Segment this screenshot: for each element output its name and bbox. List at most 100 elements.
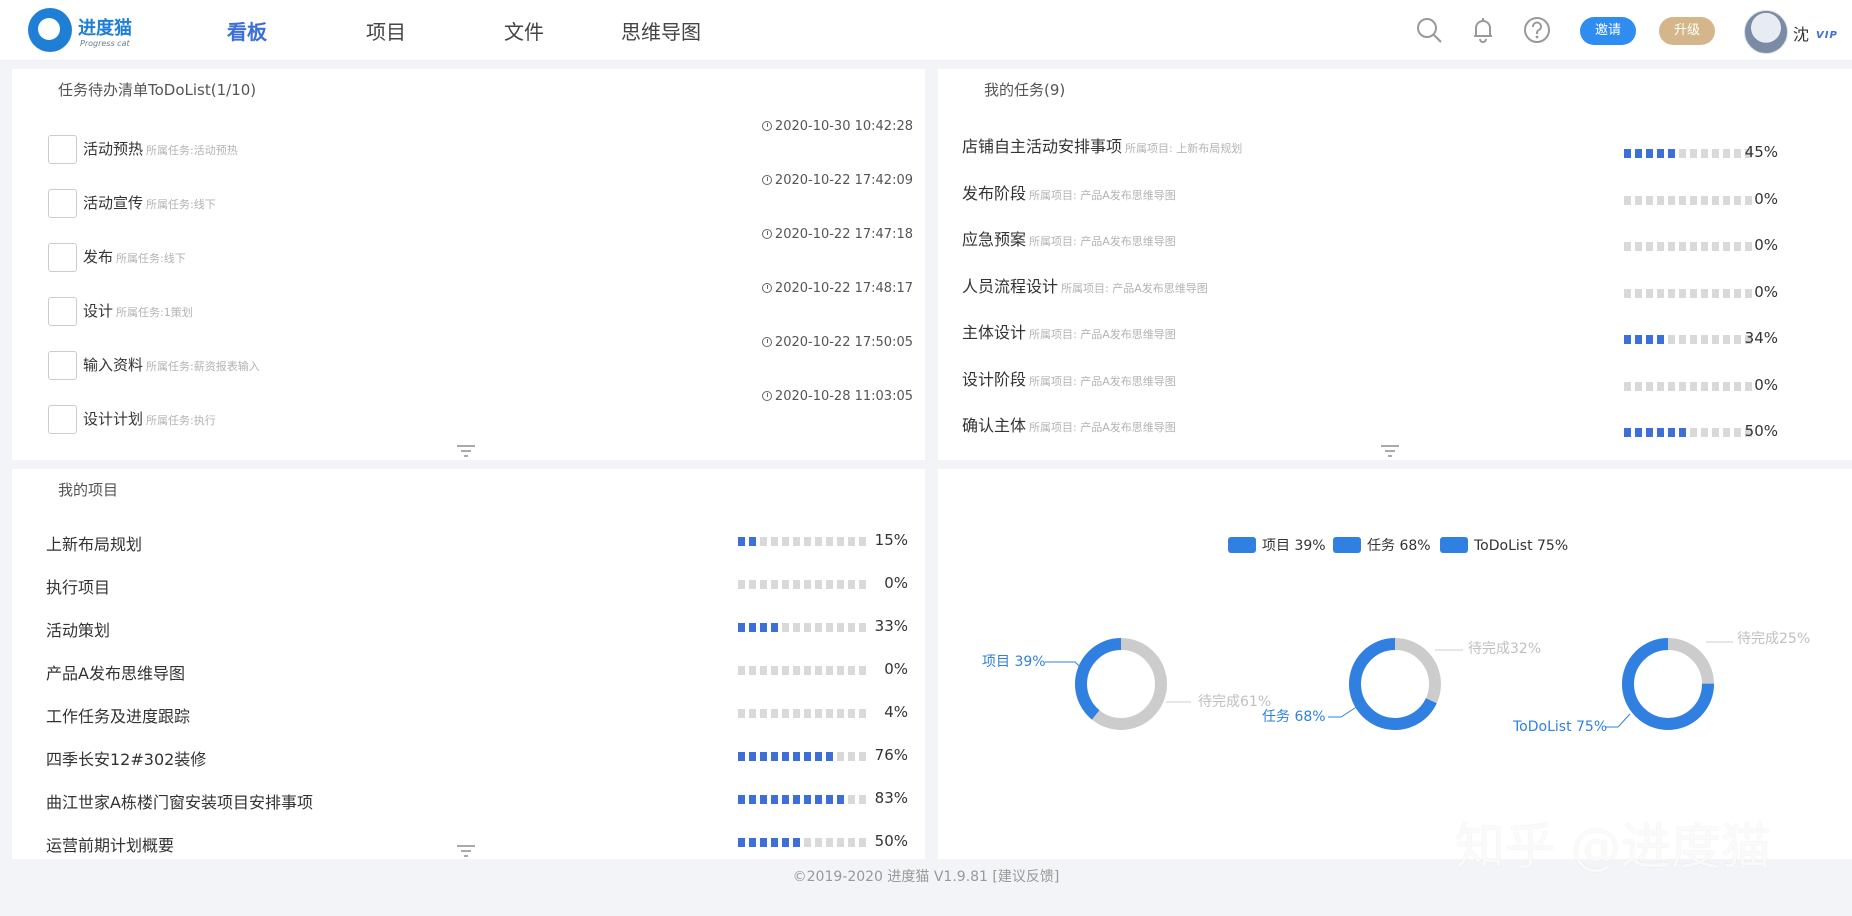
progress-segment xyxy=(749,838,756,847)
progress-segment xyxy=(1701,242,1708,251)
progress-segment xyxy=(804,666,811,675)
project-item[interactable]: 四季长安12#302装修 xyxy=(46,746,206,770)
progress-segment xyxy=(1668,149,1675,158)
progress-segment xyxy=(848,838,855,847)
progress-segment xyxy=(1624,335,1631,344)
upgrade-button[interactable]: 升级 xyxy=(1659,17,1715,45)
progress-segment xyxy=(1679,149,1686,158)
todo-item-parent: 所属任务:薪资报表输入 xyxy=(146,360,260,373)
progress-segment xyxy=(738,838,745,847)
project-item[interactable]: 上新布局规划 xyxy=(46,531,142,555)
todo-item-time: 2020-10-22 17:50:05 xyxy=(761,335,913,350)
filter-icon[interactable] xyxy=(1380,444,1400,458)
project-item[interactable]: 运营前期计划概要 xyxy=(46,832,174,856)
progress-segment xyxy=(793,838,800,847)
feedback-link[interactable]: [建议反馈] xyxy=(992,869,1059,885)
project-percent: 50% xyxy=(874,832,908,850)
nav-files[interactable]: 文件 xyxy=(504,16,544,45)
project-item[interactable]: 曲江世家A栋楼门窗安装项目安排事项 xyxy=(46,789,313,813)
progress-segment xyxy=(1657,289,1664,298)
progress-segment xyxy=(771,752,778,761)
todo-checkbox[interactable] xyxy=(48,297,77,326)
todo-item-name: 输入资料 xyxy=(83,356,144,374)
todo-checkbox[interactable] xyxy=(48,243,77,272)
bell-icon[interactable] xyxy=(1469,16,1497,44)
progress-segment xyxy=(1712,428,1719,437)
todo-checkbox[interactable] xyxy=(48,351,77,380)
progress-segment xyxy=(837,580,844,589)
tasks-panel: 我的任务(9) 店铺自主活动安排事项 所属项目: 上新布局规划 45% 发布阶段 所属… xyxy=(938,69,1852,460)
project-item[interactable]: 工作任务及进度跟踪 xyxy=(46,703,190,727)
progress-segment xyxy=(793,580,800,589)
progress-segment xyxy=(1690,289,1697,298)
todo-checkbox[interactable] xyxy=(48,135,77,164)
nav-projects[interactable]: 项目 xyxy=(366,16,406,45)
progress-segment xyxy=(771,795,778,804)
progress-segment xyxy=(771,537,778,546)
progress-segment xyxy=(848,623,855,632)
project-item[interactable]: 活动策划 xyxy=(46,617,110,641)
progress-segment xyxy=(738,666,745,675)
project-item[interactable]: 产品A发布思维导图 xyxy=(46,660,185,684)
task-percent: 0% xyxy=(1754,236,1778,254)
progress-segment xyxy=(760,709,767,718)
filter-icon[interactable] xyxy=(456,844,476,858)
nav-mindmap[interactable]: 思维导图 xyxy=(621,16,701,45)
progress-segment xyxy=(771,838,778,847)
project-item-name: 执行项目 xyxy=(46,578,111,597)
progress-segment xyxy=(1712,242,1719,251)
progress-segment xyxy=(738,537,745,546)
progress-segment xyxy=(1624,382,1631,391)
avatar[interactable] xyxy=(1744,10,1788,54)
help-icon[interactable] xyxy=(1523,16,1551,44)
progress-segment xyxy=(815,838,822,847)
todo-item[interactable]: 设计计划 所属任务:执行 xyxy=(83,408,216,429)
todo-item-time: 2020-10-28 11:03:05 xyxy=(761,389,913,404)
task-item[interactable]: 应急预案 所属项目: 产品A发布思维导图 xyxy=(962,226,1176,250)
donut-done-leader xyxy=(1328,705,1359,718)
task-item[interactable]: 店铺自主活动安排事项 所属项目: 上新布局规划 xyxy=(962,133,1242,157)
completion-donut-chart: 项目 39% 任务 68% ToDoList 75%项目 39%待完成61%任务 6… xyxy=(982,537,1810,735)
project-item[interactable]: 执行项目 xyxy=(46,574,110,598)
todo-checkbox[interactable] xyxy=(48,189,77,218)
progress-segment xyxy=(1668,428,1675,437)
invite-button[interactable]: 邀请 xyxy=(1580,17,1636,45)
progress-segment xyxy=(837,752,844,761)
progress-segment xyxy=(793,709,800,718)
todo-item[interactable]: 设计 所属任务:1策划 xyxy=(83,300,193,321)
projects-panel: 我的项目 上新布局规划 15% 执行项目 0% 活动策划 33% 产品A发布思维导图 … xyxy=(12,469,925,859)
progress-segment xyxy=(804,709,811,718)
todo-item-time: 2020-10-30 10:42:28 xyxy=(761,119,913,134)
task-percent: 0% xyxy=(1754,190,1778,208)
task-item[interactable]: 设计阶段 所属项目: 产品A发布思维导图 xyxy=(962,366,1176,390)
task-item[interactable]: 人员流程设计 所属项目: 产品A发布思维导图 xyxy=(962,273,1208,297)
progress-segment xyxy=(793,795,800,804)
donut-done-label: 任务 68% xyxy=(1262,709,1326,725)
donut-rest-label: 待完成32% xyxy=(1468,641,1541,657)
progress-segment xyxy=(848,580,855,589)
user-name[interactable]: 沈 xyxy=(1793,21,1809,45)
filter-icon[interactable] xyxy=(456,444,476,458)
project-percent: 0% xyxy=(884,574,908,592)
logo-icon[interactable] xyxy=(28,8,72,52)
task-item[interactable]: 主体设计 所属项目: 产品A发布思维导图 xyxy=(962,319,1176,343)
todo-time-text: 2020-10-22 17:50:05 xyxy=(774,335,913,350)
clock-icon xyxy=(761,337,772,347)
progress-segment xyxy=(1635,242,1642,251)
progress-segment xyxy=(760,752,767,761)
nav-kanban[interactable]: 看板 xyxy=(227,16,267,45)
progress-segment xyxy=(826,709,833,718)
todo-item[interactable]: 活动预热 所属任务:活动预热 xyxy=(83,138,238,159)
task-item-project: 所属项目: 产品A发布思维导图 xyxy=(1029,235,1176,248)
clock-icon xyxy=(761,121,772,131)
progress-segment xyxy=(1668,242,1675,251)
task-item[interactable]: 确认主体 所属项目: 产品A发布思维导图 xyxy=(962,412,1176,436)
todo-item[interactable]: 输入资料 所属任务:薪资报表输入 xyxy=(83,354,260,375)
todo-item[interactable]: 活动宣传 所属任务:线下 xyxy=(83,192,216,213)
progress-bar xyxy=(738,623,866,632)
todo-checkbox[interactable] xyxy=(48,405,77,434)
todo-item[interactable]: 发布 所属任务:线下 xyxy=(83,246,186,267)
task-item[interactable]: 发布阶段 所属项目: 产品A发布思维导图 xyxy=(962,180,1176,204)
task-percent: 0% xyxy=(1754,283,1778,301)
search-icon[interactable] xyxy=(1415,16,1443,44)
